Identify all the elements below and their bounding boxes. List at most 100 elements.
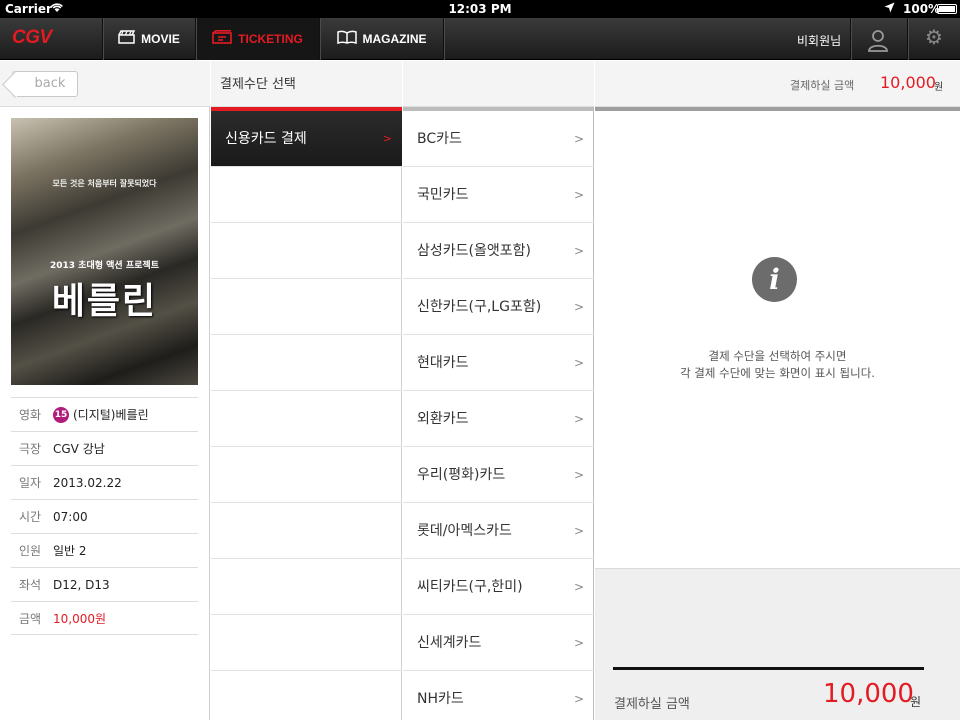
top-nav: CGV MOVIE TICKETING MAGAZINE 비회원님 ⚙ <box>0 18 960 60</box>
poster-title: 베를린 <box>51 281 158 322</box>
card-option-woori[interactable]: 우리(평화)카드 > <box>403 447 594 503</box>
payment-method-header: 결제수단 선택 <box>211 61 402 107</box>
card-option-shinsegae[interactable]: 신세계카드 > <box>403 615 594 671</box>
nav-divider <box>850 18 851 60</box>
info-value: 07:00 <box>53 509 88 524</box>
info-row-price: 금액 10,000원 <box>11 601 198 635</box>
card-option-nh[interactable]: NH카드 > <box>403 671 594 720</box>
card-label: 우리(평화)카드 <box>417 467 506 483</box>
currency-label: 원 <box>934 82 944 93</box>
amount-label: 결제하실 금액 <box>790 79 855 92</box>
card-option-samsung[interactable]: 삼성카드(올앳포함) > <box>403 223 594 279</box>
card-option-keb[interactable]: 외환카드 > <box>403 391 594 447</box>
info-key: 극장 <box>19 442 42 456</box>
info-row-seats: 좌석 D12, D13 <box>11 567 198 601</box>
info-value: 일반 2 <box>53 544 87 558</box>
location-arrow-icon <box>884 2 895 16</box>
poster-tagline: 모든 것은 처음부터 잘못되었다 <box>52 179 157 188</box>
method-credit-card[interactable]: 신용카드 결제 > <box>211 111 402 167</box>
nav-magazine-button[interactable]: MAGAZINE <box>319 18 443 60</box>
card-label: 신한카드(구,LG포함) <box>417 299 542 315</box>
chevron-right-icon: > <box>573 300 584 314</box>
card-list-header <box>403 61 594 107</box>
nav-divider <box>443 18 444 60</box>
info-key: 영화 <box>19 408 42 422</box>
card-option-kb[interactable]: 국민카드 > <box>403 167 594 223</box>
book-icon <box>336 30 357 48</box>
info-row-date: 일자 2013.02.22 <box>11 465 198 499</box>
info-key: 금액 <box>19 611 42 626</box>
info-value: (디지털)베를린 <box>73 408 149 422</box>
battery-percent: 100% <box>903 2 941 16</box>
list-item <box>211 335 402 391</box>
nav-movie-button[interactable]: MOVIE <box>102 18 195 60</box>
list-item <box>211 503 402 559</box>
nav-movie-label: MOVIE <box>141 32 180 46</box>
user-status-label: 비회원님 <box>797 34 842 48</box>
clapper-icon <box>118 30 136 48</box>
info-row-theater: 극장 CGV 강남 <box>11 431 198 465</box>
list-item <box>211 279 402 335</box>
card-option-shinhan[interactable]: 신한카드(구,LG포함) > <box>403 279 594 335</box>
total-currency-label: 원 <box>910 695 922 709</box>
method-label: 신용카드 결제 <box>225 131 307 147</box>
total-divider <box>613 667 924 670</box>
chevron-right-icon: > <box>573 244 584 258</box>
chevron-right-icon: > <box>573 636 584 650</box>
card-label: BC카드 <box>417 131 462 147</box>
info-row-time: 시간 07:00 <box>11 499 198 533</box>
info-row-movie: 영화 15 (디지털)베를린 <box>11 397 198 431</box>
person-icon[interactable] <box>866 28 890 52</box>
chevron-right-icon: > <box>382 132 392 145</box>
left-toolbar: back <box>0 61 210 107</box>
card-label: 롯데/아멕스카드 <box>417 523 512 539</box>
list-item <box>211 223 402 279</box>
gear-icon[interactable]: ⚙ <box>925 25 943 49</box>
card-option-lotte[interactable]: 롯데/아멕스카드 > <box>403 503 594 559</box>
card-label: 삼성카드(올앳포함) <box>417 243 531 259</box>
chevron-right-icon: > <box>573 692 584 706</box>
chevron-right-icon: > <box>573 580 584 594</box>
battery-icon <box>937 4 957 14</box>
card-option-hyundai[interactable]: 현대카드 > <box>403 335 594 391</box>
card-option-citi[interactable]: 씨티카드(구,한미) > <box>403 559 594 615</box>
info-key: 인원 <box>19 544 42 558</box>
list-item <box>211 447 402 503</box>
status-bar: Carrier 12:03 PM 100% <box>0 0 960 18</box>
info-row-people: 인원 일반 2 <box>11 533 198 567</box>
card-label: 신세계카드 <box>417 635 482 651</box>
total-amount-label: 결제하실 금액 <box>614 697 690 712</box>
detail-header: 결제하실 금액 10,000 원 <box>595 61 960 107</box>
total-amount-value: 10,000 <box>823 679 914 709</box>
instruction-line-1: 결제 수단을 선택하여 주시면 <box>708 349 847 363</box>
info-key: 일자 <box>19 476 42 490</box>
cgv-logo[interactable]: CGV <box>12 27 52 49</box>
clock: 12:03 PM <box>448 2 512 16</box>
nav-ticketing-label: TICKETING <box>238 32 303 46</box>
chevron-right-icon: > <box>573 524 584 538</box>
chevron-right-icon: > <box>573 132 584 146</box>
back-button[interactable]: back <box>12 71 78 97</box>
payment-method-list: 결제수단 선택 신용카드 결제 > <box>211 61 402 720</box>
info-value: D12, D13 <box>53 577 110 592</box>
detail-divider <box>595 107 960 111</box>
card-label: 외환카드 <box>417 411 469 427</box>
card-option-bc[interactable]: BC카드 > <box>403 111 594 167</box>
chevron-right-icon: > <box>573 412 584 426</box>
nav-magazine-label: MAGAZINE <box>362 32 427 46</box>
ticket-icon <box>212 30 232 48</box>
info-key: 시간 <box>19 510 42 524</box>
nav-divider <box>907 18 908 60</box>
info-value: 2013.02.22 <box>53 475 122 490</box>
booking-summary-panel: back 모든 것은 처음부터 잘못되었다 2013 초대형 액션 프로젝트 베… <box>0 61 210 720</box>
card-company-list: BC카드 > 국민카드 > 삼성카드(올앳포함) > 신한카드(구,LG포함) > 현대… <box>403 61 594 720</box>
nav-ticketing-button[interactable]: TICKETING <box>195 18 319 60</box>
list-item <box>211 559 402 615</box>
card-label: 국민카드 <box>417 187 469 203</box>
chevron-right-icon: > <box>573 188 584 202</box>
list-item <box>211 615 402 671</box>
card-label: NH카드 <box>417 691 464 707</box>
list-item <box>211 671 402 720</box>
info-value: CGV 강남 <box>53 442 105 456</box>
chevron-right-icon: > <box>573 356 584 370</box>
